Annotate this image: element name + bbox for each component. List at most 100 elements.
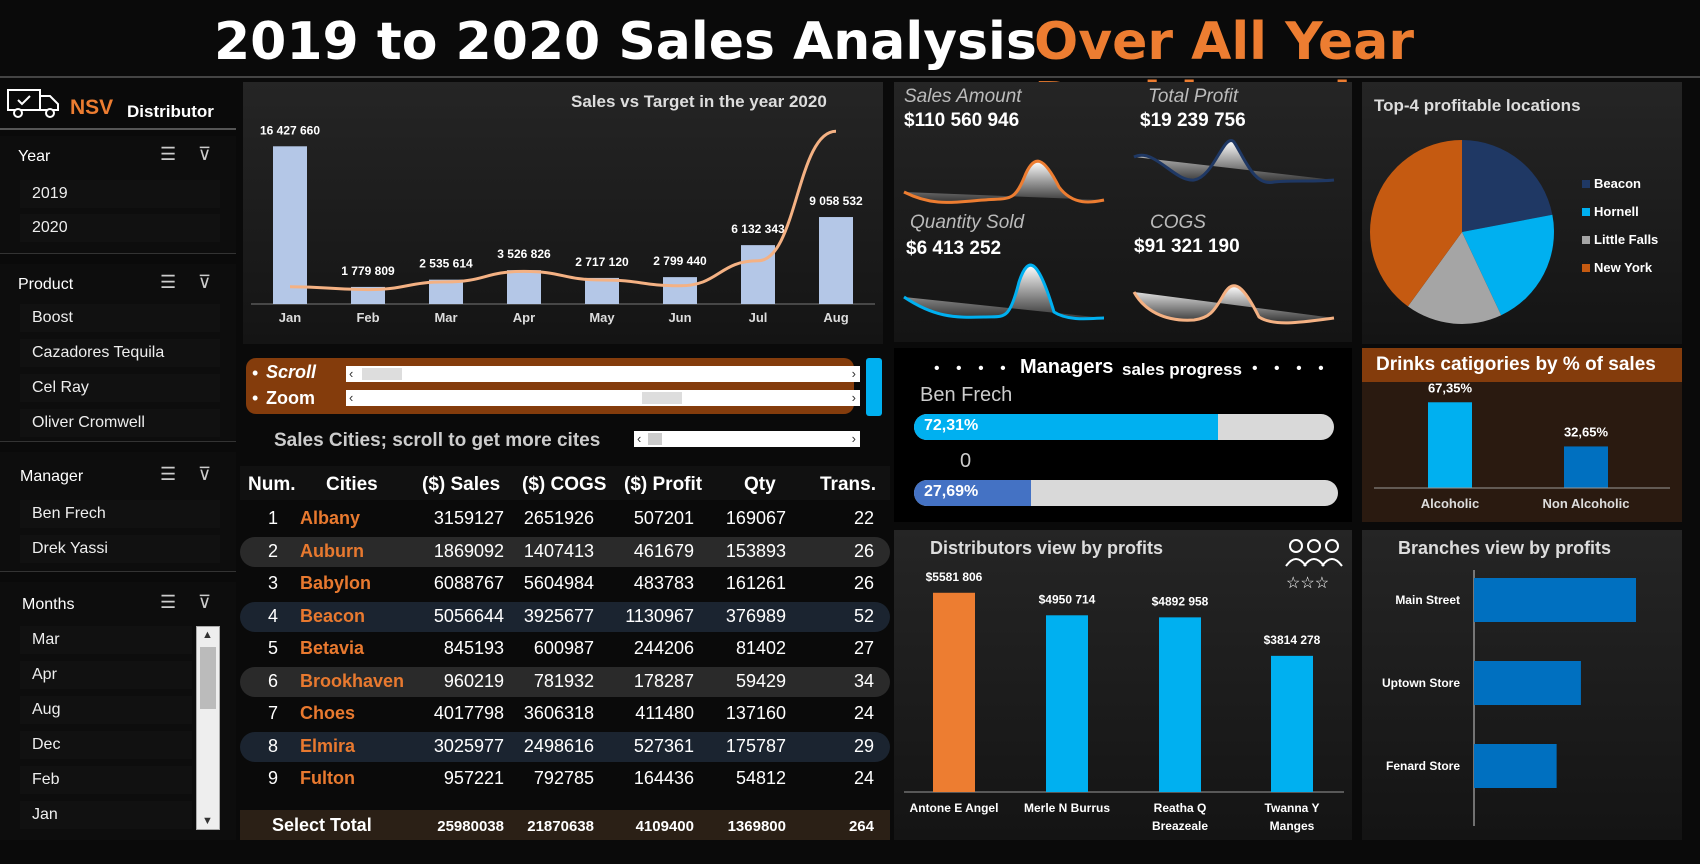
- clear-filter-icon[interactable]: ⊽: [198, 272, 211, 293]
- slicer-product-item[interactable]: Oliver Cromwell: [20, 409, 220, 437]
- blue-scroll-marker[interactable]: [866, 358, 882, 416]
- slicer-months-item[interactable]: Feb: [20, 766, 192, 794]
- slicer-manager-label: Manager: [20, 468, 84, 485]
- slicer-manager-item[interactable]: Drek Yassi: [20, 535, 220, 563]
- slicer-product: Product ☰ ⊽ Boost Cazadores Tequila Cel …: [0, 264, 236, 442]
- tick-label: Aug: [823, 310, 848, 325]
- row-num: 7: [267, 703, 278, 723]
- sparkline-profit: [1133, 139, 1335, 184]
- row-city[interactable]: Elmira: [300, 736, 355, 757]
- row-sales: 5056644: [433, 605, 504, 626]
- scroll-down-icon[interactable]: ▼: [202, 815, 213, 827]
- tick-label: Main Street: [1395, 593, 1460, 607]
- distributors-chart: $5581 806 Antone E Angel $4950 714 Merle N …: [904, 570, 1344, 833]
- row-city[interactable]: Beacon: [300, 606, 365, 627]
- slicer-months-item[interactable]: Mar: [20, 626, 192, 654]
- row-city[interactable]: Choes: [300, 703, 355, 724]
- scroll-slider[interactable]: ‹ ›: [346, 366, 860, 382]
- clear-filter-icon[interactable]: ⊽: [198, 592, 211, 613]
- slicer-months-item[interactable]: Aug: [20, 696, 192, 724]
- cities-caption: Sales Cities; scroll to get more cites: [274, 430, 601, 451]
- dots-left: • • • •: [934, 360, 1012, 377]
- bar: [1474, 661, 1581, 705]
- row-num: 3: [267, 573, 278, 593]
- legend-label: Hornell: [1594, 204, 1639, 219]
- clear-filter-icon[interactable]: ⊽: [198, 144, 211, 165]
- slicer-months-item[interactable]: Jan: [20, 801, 192, 829]
- slicer-months-item[interactable]: Apr: [20, 661, 192, 689]
- table-row[interactable]: 4 5056644 3925677 1130967 376989 52 Beacon: [240, 601, 890, 632]
- scroll-slider-thumb[interactable]: [362, 368, 402, 380]
- row-city[interactable]: Betavia: [300, 638, 364, 659]
- table-row[interactable]: 6 960219 781932 178287 59429 34 Brookhaven: [240, 666, 890, 697]
- slider-right-icon[interactable]: ›: [852, 431, 856, 446]
- slicer-manager-item[interactable]: Ben Frech: [20, 500, 220, 528]
- slider-left-icon[interactable]: ‹: [349, 390, 353, 405]
- sparkline-sales: [903, 159, 1105, 204]
- slicer-product-item[interactable]: Boost: [20, 304, 220, 332]
- slicer-product-item[interactable]: Cel Ray: [20, 374, 220, 402]
- row-city[interactable]: Albany: [300, 508, 360, 529]
- multi-select-icon[interactable]: ☰: [160, 144, 176, 165]
- cities-scrollbar[interactable]: ‹ ›: [634, 431, 860, 447]
- scroll-up-icon[interactable]: ▲: [202, 629, 213, 641]
- data-label: 2 799 440: [653, 254, 707, 268]
- table-row[interactable]: 5 845193 600987 244206 81402 27 Betavia: [240, 634, 890, 664]
- page-title: 2019 to 2020 Sales Analysis: [214, 12, 1037, 72]
- row-city[interactable]: Fulton: [300, 768, 355, 789]
- row-city[interactable]: Brookhaven: [300, 671, 404, 692]
- bar: [1474, 744, 1557, 788]
- data-label: 67,35%: [1428, 382, 1473, 395]
- multi-select-icon[interactable]: ☰: [160, 464, 176, 485]
- legend-swatch: [1582, 180, 1590, 188]
- slicer-year-item[interactable]: 2019: [20, 180, 220, 208]
- brand-name: Distributor: [127, 102, 214, 121]
- row-city[interactable]: Auburn: [300, 541, 364, 562]
- slicer-months-label: Months: [22, 596, 75, 613]
- table-row[interactable]: 2 1869092 1407413 461679 153893 26 Auburn: [240, 536, 890, 567]
- multi-select-icon[interactable]: ☰: [160, 592, 176, 613]
- row-sales: 3159127: [433, 508, 504, 528]
- slicer-product-item[interactable]: Cazadores Tequila: [20, 339, 220, 367]
- tick-label: Uptown Store: [1382, 676, 1460, 690]
- row-qty: 376989: [725, 605, 786, 626]
- table-row[interactable]: 1 3159127 2651926 507201 169067 22 Albany: [240, 504, 890, 534]
- months-scrollbar[interactable]: ▲ ▼: [196, 626, 220, 830]
- slicer-year-item[interactable]: 2020: [20, 214, 220, 242]
- manager1-name: Ben Frech: [920, 384, 1013, 406]
- clear-filter-icon[interactable]: ⊽: [198, 464, 211, 485]
- slider-right-icon[interactable]: ›: [852, 366, 856, 381]
- table-row[interactable]: 3 6088767 5604984 483783 161261 26 Babylon: [240, 569, 890, 599]
- row-sales: 960219: [443, 670, 504, 691]
- slider-left-icon[interactable]: ‹: [349, 366, 353, 381]
- scrollbar-thumb[interactable]: [200, 647, 216, 709]
- row-cogs: 5604984: [523, 573, 594, 593]
- cities-scrollbar-thumb[interactable]: [648, 433, 662, 445]
- multi-select-icon[interactable]: ☰: [160, 272, 176, 293]
- total-sales: 25980038: [437, 818, 504, 835]
- drinks-panel: Drinks catigories by % of sales 67,35% Al…: [1362, 348, 1682, 522]
- tick-label: Twanna Y: [1265, 801, 1320, 815]
- slider-right-icon[interactable]: ›: [852, 390, 856, 405]
- distributors-panel: Distributors view by profits ☆☆☆ $5581 8…: [894, 530, 1352, 840]
- row-sales: 845193: [443, 638, 504, 658]
- drinks-chart: 67,35% Alcoholic 32,65% Non Alcoholic: [1374, 382, 1670, 511]
- tick-label: Mar: [434, 310, 457, 325]
- zoom-slider-thumb[interactable]: [642, 392, 682, 404]
- slicer-months-item[interactable]: Dec: [20, 731, 192, 759]
- manager1-progress: 72,31%: [914, 414, 1334, 440]
- col-sales-header: ($) Sales: [422, 474, 501, 495]
- bar: [933, 592, 975, 792]
- table-row[interactable]: 8 3025977 2498616 527361 175787 29 Elmira: [240, 731, 890, 762]
- zoom-slider[interactable]: ‹ ›: [346, 390, 860, 406]
- table-row[interactable]: 9 957221 792785 164436 54812 24 Fulton: [240, 764, 890, 794]
- row-city[interactable]: Babylon: [300, 573, 371, 594]
- row-cogs: 3606318: [523, 703, 594, 723]
- kpi-sparklines: [903, 139, 1335, 325]
- bar: [507, 270, 541, 304]
- row-profit: 244206: [633, 638, 694, 658]
- slider-left-icon[interactable]: ‹: [637, 431, 641, 446]
- table-row[interactable]: 7 4017798 3606318 411480 137160 24 Choes: [240, 699, 890, 729]
- row-profit: 483783: [633, 573, 694, 593]
- kpi-panel: Sales Amount $110 560 946 Total Profit $…: [894, 82, 1352, 342]
